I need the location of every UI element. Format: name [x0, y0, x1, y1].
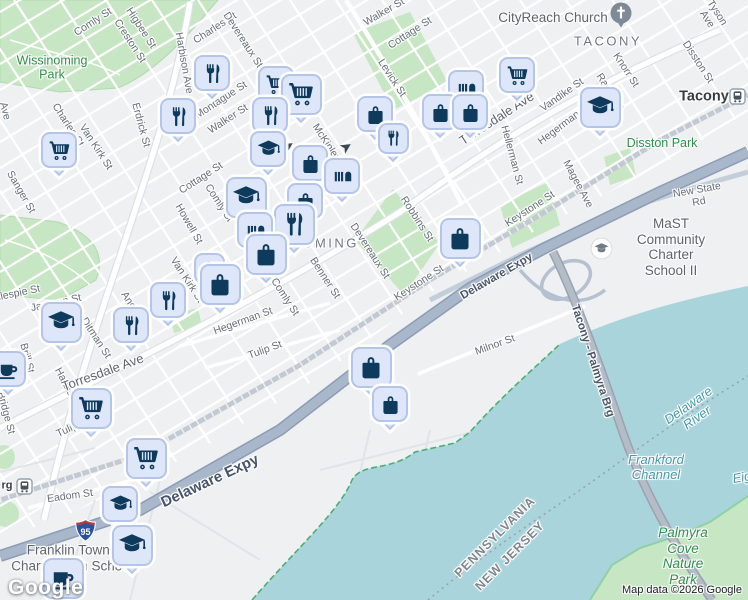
cafe-icon: [0, 364, 17, 379]
retail-store-pin[interactable]: [324, 158, 360, 203]
restaurant-pin[interactable]: [160, 98, 196, 143]
bag-icon: [432, 103, 448, 122]
grocery-icon: [507, 65, 527, 85]
retail-icon: [334, 171, 351, 181]
restaurant-pin[interactable]: [113, 307, 149, 352]
shopping-bag-pin[interactable]: [372, 386, 408, 431]
shopping-bag-pin[interactable]: [292, 145, 328, 190]
bag-icon: [451, 228, 469, 250]
restaurant-icon: [162, 290, 175, 310]
school-pin[interactable]: [250, 131, 286, 176]
bag-icon: [382, 395, 398, 414]
restaurant-icon: [264, 105, 277, 125]
school-icon: [48, 311, 75, 329]
bag-icon: [257, 244, 275, 266]
grocery-cart-pin[interactable]: [125, 437, 167, 487]
restaurant-icon: [172, 106, 185, 126]
bag-icon: [362, 357, 380, 379]
grocery-cart-pin[interactable]: [70, 387, 112, 437]
school-icon: [587, 96, 614, 114]
shopping-bag-pin[interactable]: [199, 263, 241, 313]
shopping-bag-pin[interactable]: [245, 233, 287, 283]
poi-markers: [0, 0, 748, 600]
bag-icon: [302, 154, 318, 173]
grocery-cart-pin[interactable]: [499, 57, 535, 102]
school-pin[interactable]: [111, 524, 153, 574]
shopping-bag-pin[interactable]: [350, 346, 392, 396]
school-icon: [233, 186, 260, 204]
google-logo[interactable]: Google: [8, 576, 83, 600]
bag-icon: [462, 103, 478, 122]
school-pin[interactable]: [40, 301, 82, 351]
map-attribution: Map data ©2026 Google: [621, 584, 742, 596]
grocery-icon: [289, 83, 313, 106]
school-icon: [257, 140, 280, 155]
grocery-cart-pin[interactable]: [41, 132, 77, 177]
restaurant-pin[interactable]: [150, 282, 186, 327]
grocery-icon: [134, 447, 158, 470]
school-pin[interactable]: [102, 486, 138, 531]
cafe-pin[interactable]: [0, 351, 26, 396]
restaurant-icon: [206, 63, 219, 83]
restaurant-pin[interactable]: [194, 55, 230, 100]
restaurant-pin[interactable]: [377, 122, 409, 162]
restaurant-icon: [125, 315, 138, 335]
restaurant-pin[interactable]: [252, 97, 288, 142]
grocery-icon: [49, 140, 69, 160]
school-icon: [109, 495, 132, 510]
shopping-bag-pin[interactable]: [452, 94, 488, 139]
restaurant-icon: [388, 130, 399, 146]
shopping-bag-pin[interactable]: [439, 217, 481, 267]
school-pin[interactable]: [579, 86, 621, 136]
grocery-icon: [79, 397, 103, 420]
school-icon: [119, 534, 146, 552]
map-canvas[interactable]: Comly St Higbee St Creston St Charles St Dev…: [0, 0, 748, 600]
bag-icon: [211, 274, 229, 296]
